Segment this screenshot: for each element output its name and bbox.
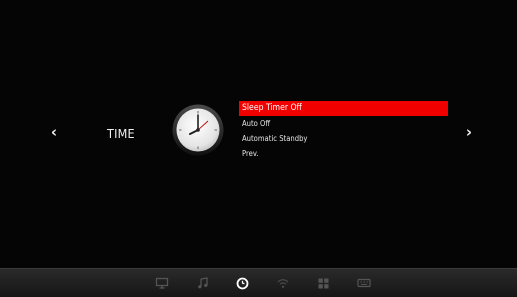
menu-item-automatic-standby[interactable]: Automatic Standby	[239, 131, 448, 146]
clock-icon[interactable]	[234, 275, 250, 291]
bottom-category-bar	[0, 268, 517, 297]
wifi-icon[interactable]	[275, 275, 291, 291]
clock-icon	[172, 104, 224, 156]
tv-menu-screen: ‹ TIME Sleep Timer Off Auto Off Automati…	[0, 0, 517, 297]
keyboard-icon[interactable]	[356, 275, 372, 291]
menu-item-sleep-timer[interactable]: Sleep Timer Off	[239, 101, 448, 116]
music-note-icon[interactable]	[195, 275, 211, 291]
menu-item-prev[interactable]: Prev.	[239, 146, 448, 161]
time-options-menu: Sleep Timer Off Auto Off Automatic Stand…	[239, 101, 448, 161]
menu-item-auto-off[interactable]: Auto Off	[239, 116, 448, 131]
previous-section-arrow[interactable]: ‹	[47, 121, 61, 143]
next-section-arrow[interactable]: ›	[462, 121, 476, 143]
section-title: TIME	[107, 126, 135, 141]
grid-icon[interactable]	[315, 275, 331, 291]
picture-icon[interactable]	[154, 275, 170, 291]
